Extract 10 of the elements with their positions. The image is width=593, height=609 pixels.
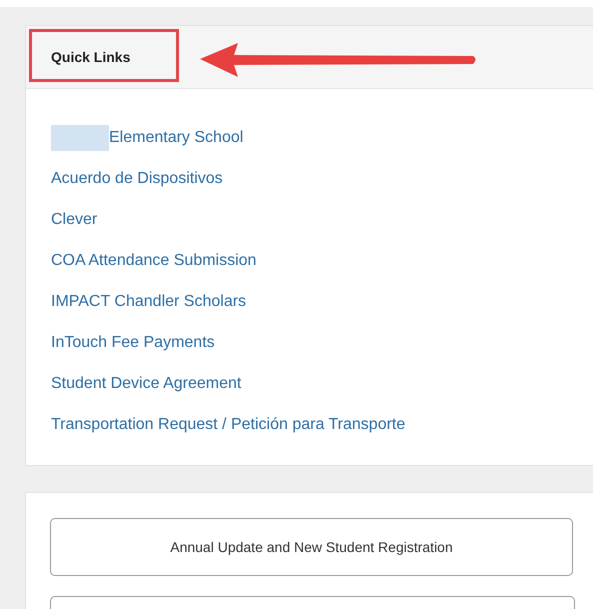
- quick-link[interactable]: COA Attendance Submission: [51, 252, 256, 270]
- card-title: Quick Links: [51, 49, 130, 65]
- quick-link[interactable]: IMPACT Chandler Scholars: [51, 292, 246, 310]
- quick-link[interactable]: Student Device Agreement: [51, 374, 242, 392]
- quick-link[interactable]: InTouch Fee Payments: [51, 334, 215, 352]
- quick-link[interactable]: Acuerdo de Dispositivos: [51, 170, 223, 188]
- registration-button[interactable]: Annual Update and New Student Registration: [50, 518, 573, 576]
- quick-link[interactable]: Elementary School: [109, 128, 244, 146]
- quick-link[interactable]: Clever: [51, 210, 98, 228]
- quick-link[interactable]: Transportation Request / Petición para Transporte: [51, 416, 406, 434]
